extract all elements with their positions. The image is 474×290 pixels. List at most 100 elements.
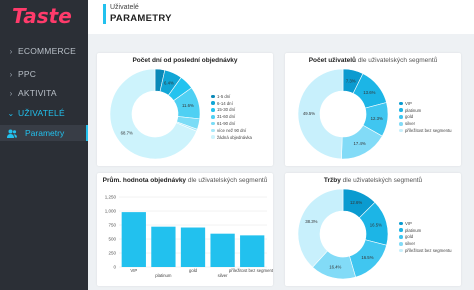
- header-accent-bar: [103, 4, 106, 24]
- legend-label: platinum: [405, 227, 422, 233]
- legend-label: 1-5 dní: [217, 93, 231, 99]
- legend-item[interactable]: 15-30 dní: [211, 107, 252, 114]
- legend-label: 31-60 dní: [217, 114, 236, 120]
- legend-label: VIP: [405, 220, 412, 226]
- slice-label: 49.5%: [303, 111, 315, 116]
- sidebar-item-ecommerce[interactable]: › ECOMMERCE: [0, 44, 88, 58]
- legend-label: 15-30 dní: [217, 107, 236, 113]
- legend-item[interactable]: platinum: [399, 227, 452, 234]
- sidebar-item-label: ECOMMERCE: [18, 46, 76, 56]
- slice-label: 11.6%: [182, 103, 194, 108]
- legend-item[interactable]: více než 90 dní: [211, 127, 252, 134]
- page-header: Uživatelé PARAMETRY: [88, 0, 474, 34]
- legend-label: VIP: [405, 100, 412, 106]
- legend-swatch: [399, 228, 403, 232]
- legend-item[interactable]: 31-60 dní: [211, 113, 252, 120]
- legend-label: příležitost bez segmentu: [405, 128, 452, 134]
- sidebar-subitem-label: Parametry: [25, 128, 65, 138]
- slice-label: 7.3%: [346, 78, 356, 83]
- legend-item[interactable]: 1-5 dní: [211, 93, 252, 100]
- chevron-down-icon: ⌄: [7, 108, 15, 118]
- bar-chart-avg-order: 0 250 500 750 1,000 1,250 VIP platinum gold silve…: [105, 195, 273, 279]
- y-tick-label: 1,250: [105, 195, 117, 200]
- chevron-right-icon: ›: [9, 46, 13, 56]
- x-tick-label: VIP: [130, 268, 137, 273]
- legend-label: příležitost bez segmentu: [405, 248, 452, 254]
- legend-swatch: [211, 101, 215, 105]
- breadcrumb[interactable]: Uživatelé: [110, 4, 139, 11]
- card-days-since-order: Počet dní od poslední objednávky 6.4% 11.…: [97, 53, 273, 166]
- slice-label: 68.7%: [121, 130, 133, 135]
- donut-slice[interactable]: [297, 188, 344, 268]
- legend-swatch: [211, 128, 215, 133]
- x-tick-label: gold: [189, 268, 198, 273]
- legend-item[interactable]: gold: [399, 234, 452, 241]
- sidebar-item-label: AKTIVITA: [18, 88, 57, 98]
- legend-item[interactable]: platinum: [399, 107, 452, 114]
- legend-swatch: [399, 235, 403, 239]
- sidebar-item-aktivita[interactable]: › AKTIVITA: [0, 86, 88, 100]
- legend-label: 6-14 dní: [217, 100, 233, 106]
- legend-item[interactable]: žádná objednávka: [211, 134, 252, 141]
- legend-swatch: [211, 94, 215, 99]
- sidebar: Taste › ECOMMERCE › PPC › AKTIVITA ⌄ UŽI…: [0, 0, 88, 290]
- legend-swatch: [399, 248, 403, 253]
- y-tick-label: 0: [113, 265, 116, 270]
- legend-item[interactable]: gold: [399, 114, 452, 121]
- sidebar-item-label: UŽIVATELÉ: [18, 108, 65, 118]
- slice-label: 17.4%: [354, 141, 366, 146]
- slice-label: 16.5%: [370, 223, 382, 228]
- legend-swatch: [211, 135, 215, 139]
- bar[interactable]: [151, 226, 176, 267]
- legend-item[interactable]: příležitost bez segmentu: [399, 247, 452, 254]
- legend-label: gold: [405, 234, 414, 240]
- app-logo[interactable]: Taste: [10, 3, 80, 29]
- sidebar-item-uzivatele[interactable]: ⌄ UŽIVATELÉ: [0, 106, 88, 120]
- page-title: PARAMETRY: [110, 13, 172, 24]
- legend-label: více než 90 dní: [217, 127, 247, 133]
- legend-swatch: [211, 108, 215, 112]
- chart-legend: VIP platinum gold silver příležitost bez seg…: [399, 100, 452, 134]
- legend-swatch: [399, 128, 403, 133]
- legend-swatch: [399, 221, 403, 226]
- legend-item[interactable]: 6-14 dní: [211, 100, 252, 107]
- sidebar-subitem-parametry[interactable]: Parametry: [0, 125, 88, 141]
- legend-item[interactable]: VIP: [399, 100, 452, 107]
- bar[interactable]: [210, 233, 235, 267]
- x-tick-label: platinum: [155, 273, 172, 278]
- x-tick-label: příležitost bez segmentu: [229, 268, 273, 273]
- users-icon: [7, 129, 17, 138]
- legend-item[interactable]: silver: [399, 240, 452, 247]
- legend-swatch: [211, 115, 215, 119]
- legend-label: platinum: [405, 107, 422, 113]
- legend-item[interactable]: silver: [399, 120, 452, 127]
- logo-wordmark: Taste: [12, 4, 72, 28]
- chevron-right-icon: ›: [9, 69, 13, 79]
- y-tick-label: 500: [108, 237, 116, 242]
- card-users-by-segment: Počet uživatelů dle uživatelských segmen…: [285, 53, 461, 166]
- card-avg-order-value: Prům. hodnota objednávky dle uživatelský…: [97, 173, 273, 286]
- legend-label: 61-90 dní: [217, 121, 236, 127]
- legend-label: žádná objednávka: [217, 134, 252, 140]
- legend-swatch: [211, 121, 215, 126]
- bar[interactable]: [121, 212, 146, 267]
- slice-label: 38.3%: [305, 219, 317, 224]
- slice-label: 13.6%: [363, 90, 375, 95]
- legend-swatch: [399, 101, 403, 106]
- legend-item[interactable]: 61-90 dní: [211, 120, 252, 127]
- legend-item[interactable]: příležitost bez segmentu: [399, 127, 452, 134]
- legend-swatch: [399, 108, 403, 112]
- legend-label: silver: [405, 241, 416, 247]
- legend-item[interactable]: VIP: [399, 220, 452, 227]
- x-tick-label: silver: [218, 273, 229, 278]
- y-tick-label: 1,000: [105, 209, 117, 214]
- legend-label: silver: [405, 121, 416, 127]
- card-revenue-by-segment: Tržby dle uživatelských segmentů 12.6% 16…: [285, 173, 461, 286]
- y-tick-label: 250: [108, 251, 116, 256]
- sidebar-item-ppc[interactable]: › PPC: [0, 67, 88, 81]
- bar[interactable]: [180, 227, 206, 267]
- y-tick-label: 750: [108, 223, 116, 228]
- chart-legend: 1-5 dní 6-14 dní 15-30 dní 31-60 dní 61-90 d…: [211, 93, 252, 141]
- legend-swatch: [399, 115, 403, 119]
- bar[interactable]: [240, 235, 265, 267]
